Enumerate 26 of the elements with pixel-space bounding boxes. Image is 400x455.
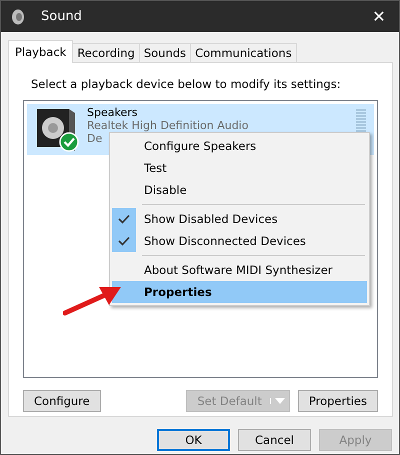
menu-item[interactable]: Test — [112, 157, 367, 179]
dropdown-icon — [270, 398, 285, 404]
level-meter-icon — [356, 109, 366, 132]
menu-item[interactable]: Show Disabled Devices — [112, 208, 367, 230]
panel-button[interactable]: Properties — [298, 390, 378, 412]
speaker-icon — [35, 106, 81, 152]
panel-button[interactable]: Configure — [23, 390, 101, 412]
menu-item[interactable]: Configure Speakers — [112, 135, 367, 157]
device-driver: Realtek High Definition Audio — [87, 119, 248, 132]
tab[interactable]: Communications — [190, 43, 297, 62]
device-status: De — [87, 132, 102, 145]
dialog-button[interactable]: OK — [157, 429, 230, 451]
window-title: Sound — [41, 9, 83, 24]
tab[interactable]: Recording — [72, 43, 140, 62]
device-name: Speakers — [87, 106, 138, 119]
checkmark-icon — [118, 214, 130, 224]
dialog-button[interactable]: Cancel — [238, 429, 311, 451]
menu-item[interactable]: About Software MIDI Synthesizer — [112, 259, 367, 281]
menu-item[interactable]: Properties — [112, 281, 367, 303]
checkmark-icon — [118, 236, 130, 246]
menu-item[interactable]: Show Disconnected Devices — [112, 230, 367, 252]
menu-item[interactable]: Disable — [112, 179, 367, 201]
instruction-text: Select a playback device below to modify its settings: — [31, 77, 342, 91]
tab[interactable]: Playback — [8, 40, 74, 63]
speaker-icon — [11, 8, 25, 24]
close-button[interactable]: ✕ — [359, 1, 399, 32]
